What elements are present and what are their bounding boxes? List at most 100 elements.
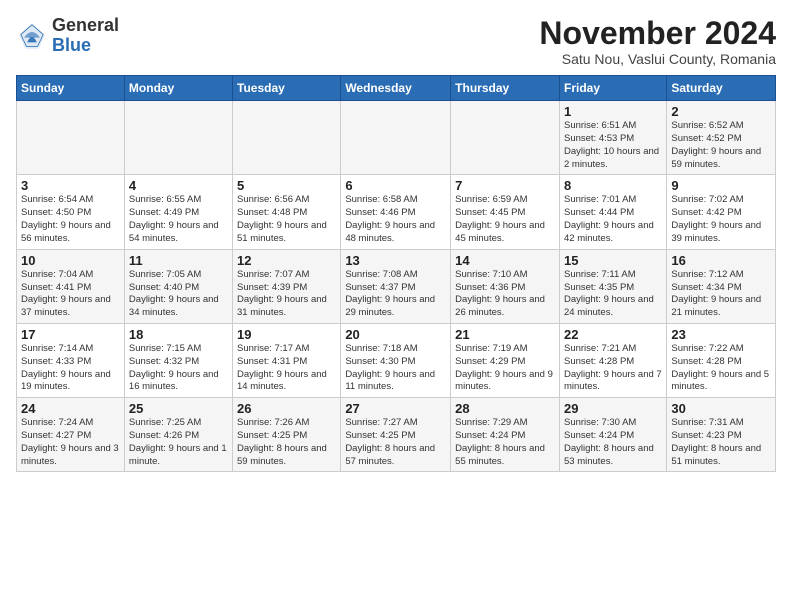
day-info: Sunrise: 7:12 AM Sunset: 4:34 PM Dayligh…	[671, 269, 771, 320]
calendar-cell: 24Sunrise: 7:24 AM Sunset: 4:27 PM Dayli…	[17, 398, 125, 472]
calendar-cell: 9Sunrise: 7:02 AM Sunset: 4:42 PM Daylig…	[667, 175, 776, 249]
day-number: 7	[455, 178, 555, 193]
header-sunday: Sunday	[17, 76, 125, 101]
logo-general: General	[52, 15, 119, 35]
logo: General Blue	[16, 16, 119, 56]
day-info: Sunrise: 6:58 AM Sunset: 4:46 PM Dayligh…	[345, 194, 446, 245]
weekday-header-row: Sunday Monday Tuesday Wednesday Thursday…	[17, 76, 776, 101]
calendar-header: Sunday Monday Tuesday Wednesday Thursday…	[17, 76, 776, 101]
day-number: 21	[455, 327, 555, 342]
day-info: Sunrise: 7:07 AM Sunset: 4:39 PM Dayligh…	[237, 269, 336, 320]
logo-blue: Blue	[52, 35, 91, 55]
calendar-cell: 25Sunrise: 7:25 AM Sunset: 4:26 PM Dayli…	[124, 398, 232, 472]
day-info: Sunrise: 6:51 AM Sunset: 4:53 PM Dayligh…	[564, 120, 662, 171]
calendar-cell: 30Sunrise: 7:31 AM Sunset: 4:23 PM Dayli…	[667, 398, 776, 472]
calendar-cell: 15Sunrise: 7:11 AM Sunset: 4:35 PM Dayli…	[559, 249, 666, 323]
header: General Blue November 2024 Satu Nou, Vas…	[16, 16, 776, 67]
day-info: Sunrise: 6:59 AM Sunset: 4:45 PM Dayligh…	[455, 194, 555, 245]
day-number: 30	[671, 401, 771, 416]
day-number: 3	[21, 178, 120, 193]
calendar-cell: 3Sunrise: 6:54 AM Sunset: 4:50 PM Daylig…	[17, 175, 125, 249]
day-number: 12	[237, 253, 336, 268]
calendar-cell: 14Sunrise: 7:10 AM Sunset: 4:36 PM Dayli…	[451, 249, 560, 323]
day-info: Sunrise: 7:19 AM Sunset: 4:29 PM Dayligh…	[455, 343, 555, 394]
calendar-cell: 7Sunrise: 6:59 AM Sunset: 4:45 PM Daylig…	[451, 175, 560, 249]
header-tuesday: Tuesday	[233, 76, 341, 101]
day-number: 10	[21, 253, 120, 268]
header-thursday: Thursday	[451, 76, 560, 101]
day-info: Sunrise: 7:02 AM Sunset: 4:42 PM Dayligh…	[671, 194, 771, 245]
calendar-week-4: 17Sunrise: 7:14 AM Sunset: 4:33 PM Dayli…	[17, 323, 776, 397]
day-info: Sunrise: 7:22 AM Sunset: 4:28 PM Dayligh…	[671, 343, 771, 394]
day-info: Sunrise: 7:25 AM Sunset: 4:26 PM Dayligh…	[129, 417, 228, 468]
logo-text: General Blue	[52, 16, 119, 56]
day-info: Sunrise: 7:15 AM Sunset: 4:32 PM Dayligh…	[129, 343, 228, 394]
day-number: 11	[129, 253, 228, 268]
day-info: Sunrise: 7:30 AM Sunset: 4:24 PM Dayligh…	[564, 417, 662, 468]
day-number: 17	[21, 327, 120, 342]
day-info: Sunrise: 7:24 AM Sunset: 4:27 PM Dayligh…	[21, 417, 120, 468]
day-number: 19	[237, 327, 336, 342]
day-number: 22	[564, 327, 662, 342]
day-info: Sunrise: 7:26 AM Sunset: 4:25 PM Dayligh…	[237, 417, 336, 468]
calendar-cell: 12Sunrise: 7:07 AM Sunset: 4:39 PM Dayli…	[233, 249, 341, 323]
header-wednesday: Wednesday	[341, 76, 451, 101]
day-number: 26	[237, 401, 336, 416]
header-friday: Friday	[559, 76, 666, 101]
calendar-cell: 5Sunrise: 6:56 AM Sunset: 4:48 PM Daylig…	[233, 175, 341, 249]
logo-icon	[16, 20, 48, 52]
calendar-cell	[124, 101, 232, 175]
day-info: Sunrise: 6:55 AM Sunset: 4:49 PM Dayligh…	[129, 194, 228, 245]
day-info: Sunrise: 7:21 AM Sunset: 4:28 PM Dayligh…	[564, 343, 662, 394]
calendar-cell: 16Sunrise: 7:12 AM Sunset: 4:34 PM Dayli…	[667, 249, 776, 323]
day-info: Sunrise: 7:29 AM Sunset: 4:24 PM Dayligh…	[455, 417, 555, 468]
day-number: 25	[129, 401, 228, 416]
day-info: Sunrise: 7:17 AM Sunset: 4:31 PM Dayligh…	[237, 343, 336, 394]
title-block: November 2024 Satu Nou, Vaslui County, R…	[539, 16, 776, 67]
day-info: Sunrise: 7:10 AM Sunset: 4:36 PM Dayligh…	[455, 269, 555, 320]
calendar-cell: 13Sunrise: 7:08 AM Sunset: 4:37 PM Dayli…	[341, 249, 451, 323]
day-info: Sunrise: 7:27 AM Sunset: 4:25 PM Dayligh…	[345, 417, 446, 468]
location: Satu Nou, Vaslui County, Romania	[539, 51, 776, 67]
header-saturday: Saturday	[667, 76, 776, 101]
calendar-cell: 6Sunrise: 6:58 AM Sunset: 4:46 PM Daylig…	[341, 175, 451, 249]
day-info: Sunrise: 7:18 AM Sunset: 4:30 PM Dayligh…	[345, 343, 446, 394]
day-number: 9	[671, 178, 771, 193]
calendar-cell: 27Sunrise: 7:27 AM Sunset: 4:25 PM Dayli…	[341, 398, 451, 472]
day-number: 29	[564, 401, 662, 416]
day-info: Sunrise: 6:56 AM Sunset: 4:48 PM Dayligh…	[237, 194, 336, 245]
day-info: Sunrise: 7:05 AM Sunset: 4:40 PM Dayligh…	[129, 269, 228, 320]
calendar-cell	[233, 101, 341, 175]
day-info: Sunrise: 6:54 AM Sunset: 4:50 PM Dayligh…	[21, 194, 120, 245]
day-info: Sunrise: 7:14 AM Sunset: 4:33 PM Dayligh…	[21, 343, 120, 394]
calendar-cell: 8Sunrise: 7:01 AM Sunset: 4:44 PM Daylig…	[559, 175, 666, 249]
calendar-cell: 17Sunrise: 7:14 AM Sunset: 4:33 PM Dayli…	[17, 323, 125, 397]
day-number: 15	[564, 253, 662, 268]
day-number: 28	[455, 401, 555, 416]
calendar-cell: 20Sunrise: 7:18 AM Sunset: 4:30 PM Dayli…	[341, 323, 451, 397]
day-number: 23	[671, 327, 771, 342]
day-number: 14	[455, 253, 555, 268]
calendar-cell	[451, 101, 560, 175]
calendar-cell: 1Sunrise: 6:51 AM Sunset: 4:53 PM Daylig…	[559, 101, 666, 175]
calendar-cell	[341, 101, 451, 175]
calendar-cell: 21Sunrise: 7:19 AM Sunset: 4:29 PM Dayli…	[451, 323, 560, 397]
month-title: November 2024	[539, 16, 776, 51]
day-info: Sunrise: 7:01 AM Sunset: 4:44 PM Dayligh…	[564, 194, 662, 245]
day-number: 24	[21, 401, 120, 416]
calendar-cell	[17, 101, 125, 175]
day-number: 20	[345, 327, 446, 342]
day-number: 2	[671, 104, 771, 119]
day-info: Sunrise: 7:04 AM Sunset: 4:41 PM Dayligh…	[21, 269, 120, 320]
day-number: 13	[345, 253, 446, 268]
day-number: 5	[237, 178, 336, 193]
day-info: Sunrise: 7:08 AM Sunset: 4:37 PM Dayligh…	[345, 269, 446, 320]
calendar-cell: 22Sunrise: 7:21 AM Sunset: 4:28 PM Dayli…	[559, 323, 666, 397]
calendar-week-5: 24Sunrise: 7:24 AM Sunset: 4:27 PM Dayli…	[17, 398, 776, 472]
calendar-week-2: 3Sunrise: 6:54 AM Sunset: 4:50 PM Daylig…	[17, 175, 776, 249]
day-number: 1	[564, 104, 662, 119]
day-info: Sunrise: 7:31 AM Sunset: 4:23 PM Dayligh…	[671, 417, 771, 468]
page: General Blue November 2024 Satu Nou, Vas…	[0, 0, 792, 612]
calendar-week-3: 10Sunrise: 7:04 AM Sunset: 4:41 PM Dayli…	[17, 249, 776, 323]
day-number: 6	[345, 178, 446, 193]
